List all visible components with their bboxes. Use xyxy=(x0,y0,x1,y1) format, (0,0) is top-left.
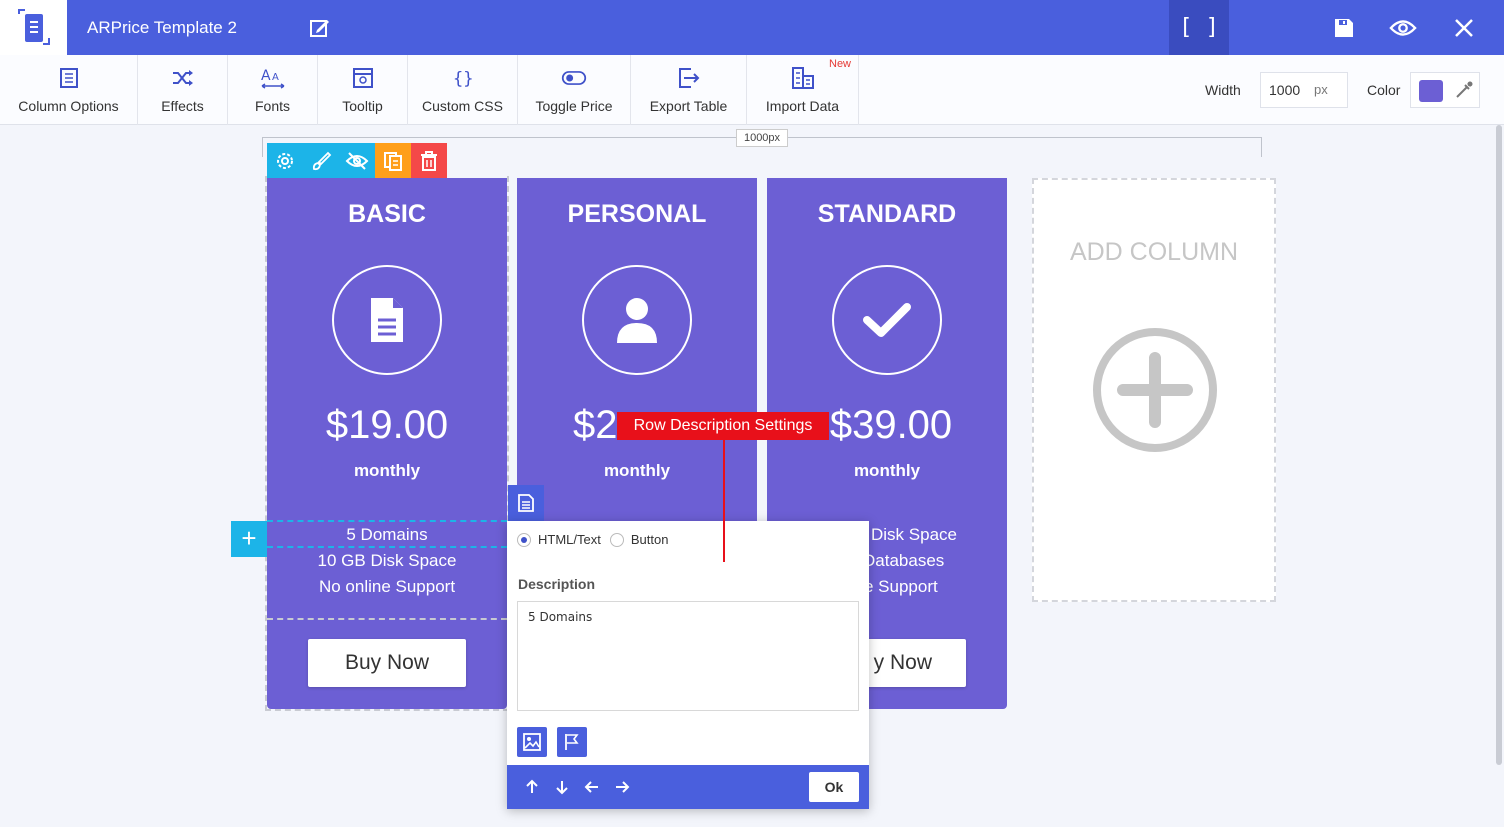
radio-button[interactable] xyxy=(609,532,624,547)
logo-icon xyxy=(17,8,50,45)
add-circle-icon[interactable] xyxy=(1091,326,1219,454)
annotation-line xyxy=(723,440,725,562)
arrow-down-icon[interactable] xyxy=(550,775,574,799)
brush-icon[interactable] xyxy=(303,143,339,178)
svg-text:{}: {} xyxy=(453,69,473,89)
tooltip-icon xyxy=(350,65,376,91)
add-column-placeholder[interactable]: ADD COLUMN xyxy=(1032,178,1276,602)
radio-html-text[interactable] xyxy=(517,532,531,547)
width-label: Width xyxy=(1205,82,1241,98)
toolbar-fonts[interactable]: AA Fonts xyxy=(228,55,318,125)
row-description-popup: HTML/Text Button Description 5 Domains O… xyxy=(507,521,869,809)
arrow-left-icon[interactable] xyxy=(580,775,604,799)
shuffle-icon xyxy=(170,65,196,91)
column-icon-circle[interactable] xyxy=(582,265,692,375)
svg-text:A: A xyxy=(261,68,271,84)
toolbar-label: Export Table xyxy=(649,98,728,114)
toolbar-label: Import Data xyxy=(765,98,840,114)
duplicate-icon[interactable] xyxy=(375,143,411,178)
export-icon xyxy=(676,65,702,91)
width-unit: px xyxy=(1314,82,1328,97)
check-icon xyxy=(863,303,911,337)
close-icon[interactable] xyxy=(1450,14,1478,42)
svg-text:A: A xyxy=(272,72,279,83)
column-toolbar xyxy=(267,143,447,178)
toolbar-label: Custom CSS xyxy=(422,98,503,114)
color-swatch[interactable] xyxy=(1419,80,1443,102)
add-column-label: ADD COLUMN xyxy=(1069,238,1239,266)
toolbar-toggle-price[interactable]: Toggle Price xyxy=(518,55,631,125)
description-textarea[interactable]: 5 Domains xyxy=(517,601,859,711)
color-label: Color xyxy=(1367,82,1401,98)
column-period[interactable]: monthly xyxy=(517,461,757,481)
fullscreen-button[interactable]: [ ] xyxy=(1169,0,1229,55)
braces-icon: {} xyxy=(450,65,476,91)
toolbar-tooltip[interactable]: Tooltip xyxy=(318,55,408,125)
toggle-icon xyxy=(561,65,587,91)
column-title[interactable]: STANDARD xyxy=(767,200,1007,229)
toolbar-label: Column Options xyxy=(18,98,119,114)
ok-button[interactable]: Ok xyxy=(809,772,859,802)
insert-image-button[interactable] xyxy=(517,727,547,757)
toolbar-label: Fonts xyxy=(254,98,290,114)
row-separator xyxy=(267,618,507,620)
color-picker[interactable] xyxy=(1410,72,1480,108)
flag-icon xyxy=(565,734,579,750)
app-title: ARPrice Template 2 xyxy=(87,18,237,37)
radio-label[interactable]: Button xyxy=(631,532,669,547)
toolbar-effects[interactable]: Effects xyxy=(138,55,228,125)
toolbar-custom-css[interactable]: {} Custom CSS xyxy=(408,55,518,125)
selected-column-outline xyxy=(265,176,509,711)
column-options-icon xyxy=(56,65,82,91)
column-icon-circle[interactable] xyxy=(832,265,942,375)
description-icon xyxy=(518,494,534,512)
toolbar-export-table[interactable]: Export Table xyxy=(631,55,747,125)
width-input[interactable]: 1000 xyxy=(1260,72,1348,108)
popup-footer: Ok xyxy=(507,765,869,809)
font-size-icon: AA xyxy=(260,65,286,91)
save-icon[interactable] xyxy=(1330,14,1358,42)
hide-eye-icon[interactable] xyxy=(339,143,375,178)
description-label: Description xyxy=(518,576,596,592)
ruler-label: 1000px xyxy=(736,129,788,147)
image-icon xyxy=(523,733,541,751)
edit-title-icon[interactable] xyxy=(308,16,332,40)
selected-row-outline xyxy=(267,520,507,548)
delete-icon[interactable] xyxy=(411,143,447,178)
toolbar-label: Toggle Price xyxy=(535,98,613,114)
type-selector: HTML/Text Button xyxy=(517,532,668,547)
new-badge: New xyxy=(829,58,852,70)
annotation-callout: Row Description Settings xyxy=(617,412,829,440)
toolbar-label: Tooltip xyxy=(342,98,383,114)
row-description-tab[interactable] xyxy=(508,485,544,521)
user-icon xyxy=(617,298,657,343)
arrow-right-icon[interactable] xyxy=(610,775,634,799)
add-row-button[interactable]: + xyxy=(231,521,267,557)
preview-eye-icon[interactable] xyxy=(1389,14,1417,42)
toolbar-label: Effects xyxy=(161,98,204,114)
top-bar: ARPrice Template 2 [ ] xyxy=(0,0,1504,55)
insert-flag-button[interactable] xyxy=(557,727,587,757)
radio-label[interactable]: HTML/Text xyxy=(538,532,601,547)
arrow-up-icon[interactable] xyxy=(520,775,544,799)
column-title[interactable]: PERSONAL xyxy=(517,200,757,229)
toolbar-column-options[interactable]: Column Options xyxy=(0,55,138,125)
column-period[interactable]: monthly xyxy=(767,461,1007,481)
eyedropper-icon[interactable] xyxy=(1453,79,1475,101)
import-icon xyxy=(790,65,816,91)
column-settings-icon[interactable] xyxy=(267,143,303,178)
page-scrollbar[interactable] xyxy=(1496,125,1502,765)
app-logo xyxy=(0,0,67,55)
